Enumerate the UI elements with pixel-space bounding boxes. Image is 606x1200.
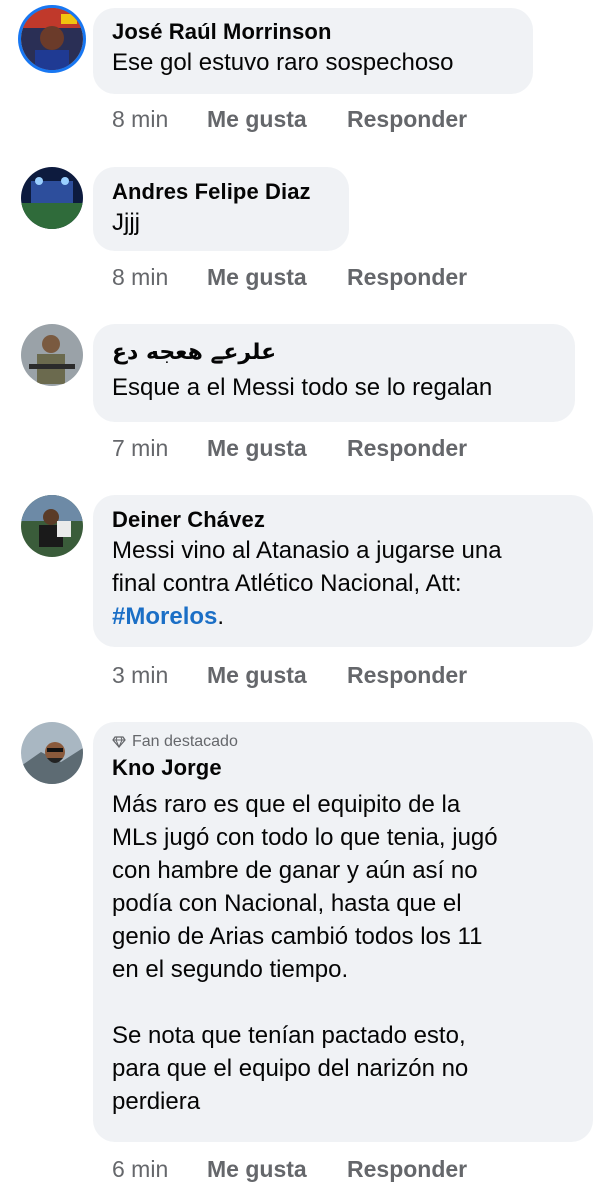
commenter-name[interactable]: Deiner Chávez bbox=[112, 506, 575, 534]
commenter-name-text: علرعے ھعجه دع bbox=[112, 340, 277, 365]
avatar-image bbox=[21, 495, 83, 557]
diamond-icon bbox=[112, 736, 126, 749]
comment-text: Jjjj bbox=[112, 209, 140, 236]
comment-actions: 3 min Me gusta Responder bbox=[112, 660, 467, 690]
avatar[interactable] bbox=[21, 495, 83, 557]
comment-bubble: José Raúl Morrinson Ese gol estuvo raro … bbox=[93, 8, 533, 94]
avatar[interactable] bbox=[21, 324, 83, 386]
like-button[interactable]: Me gusta bbox=[207, 104, 347, 134]
commenter-name[interactable]: علرعے ھعجه دع bbox=[112, 338, 557, 367]
avatar-image bbox=[21, 8, 83, 70]
comment-text: Esque a el Messi todo se lo regalan bbox=[112, 374, 493, 401]
comment-time[interactable]: 8 min bbox=[112, 262, 207, 292]
comment-actions: 8 min Me gusta Responder bbox=[112, 104, 467, 134]
avatar[interactable] bbox=[21, 167, 83, 229]
like-button[interactable]: Me gusta bbox=[207, 262, 347, 292]
comment-actions: 6 min Me gusta Responder bbox=[112, 1154, 467, 1184]
comment-text-end: . bbox=[217, 603, 225, 630]
comment-time[interactable]: 3 min bbox=[112, 660, 207, 690]
comment-actions: 7 min Me gusta Responder bbox=[112, 433, 467, 463]
comment-bubble: Fan destacado Kno Jorge Más raro es que … bbox=[93, 722, 593, 1142]
comment-bubble: Deiner Chávez Messi vino al Atanasio a j… bbox=[93, 495, 593, 647]
comment-text: Más raro es que el equipito de la MLs ju… bbox=[112, 791, 498, 1115]
commenter-name[interactable]: Andres Felipe Diaz bbox=[112, 178, 331, 206]
like-button[interactable]: Me gusta bbox=[207, 1154, 347, 1184]
comment-time[interactable]: 7 min bbox=[112, 433, 207, 463]
like-button[interactable]: Me gusta bbox=[207, 433, 347, 463]
comment-bubble: علرعے ھعجه دع Esque a el Messi todo se l… bbox=[93, 324, 575, 422]
avatar-image bbox=[21, 167, 83, 229]
comment-time[interactable]: 8 min bbox=[112, 104, 207, 134]
comment-text-body: Messi vino al Atanasio a jugarse una fin… bbox=[112, 537, 502, 597]
reply-button[interactable]: Responder bbox=[347, 104, 467, 134]
comment-text: Messi vino al Atanasio a jugarse una fin… bbox=[112, 534, 575, 633]
avatar[interactable] bbox=[21, 8, 83, 70]
commenter-name[interactable]: José Raúl Morrinson bbox=[112, 18, 515, 46]
commenter-name[interactable]: Kno Jorge bbox=[112, 754, 575, 782]
top-fan-badge-label: Fan destacado bbox=[132, 733, 238, 750]
reply-button[interactable]: Responder bbox=[347, 660, 467, 690]
comment-time[interactable]: 6 min bbox=[112, 1154, 207, 1184]
top-fan-badge[interactable]: Fan destacado bbox=[112, 732, 575, 752]
hashtag-link[interactable]: #Morelos bbox=[112, 603, 217, 630]
avatar[interactable] bbox=[21, 722, 83, 784]
reply-button[interactable]: Responder bbox=[347, 262, 467, 292]
avatar-image bbox=[21, 722, 83, 784]
comment-text: Ese gol estuvo raro sospechoso bbox=[112, 49, 454, 76]
comment-actions: 8 min Me gusta Responder bbox=[112, 262, 467, 292]
reply-button[interactable]: Responder bbox=[347, 1154, 467, 1184]
comment-bubble: Andres Felipe Diaz Jjjj bbox=[93, 167, 349, 251]
reply-button[interactable]: Responder bbox=[347, 433, 467, 463]
avatar-image bbox=[21, 324, 83, 386]
like-button[interactable]: Me gusta bbox=[207, 660, 347, 690]
